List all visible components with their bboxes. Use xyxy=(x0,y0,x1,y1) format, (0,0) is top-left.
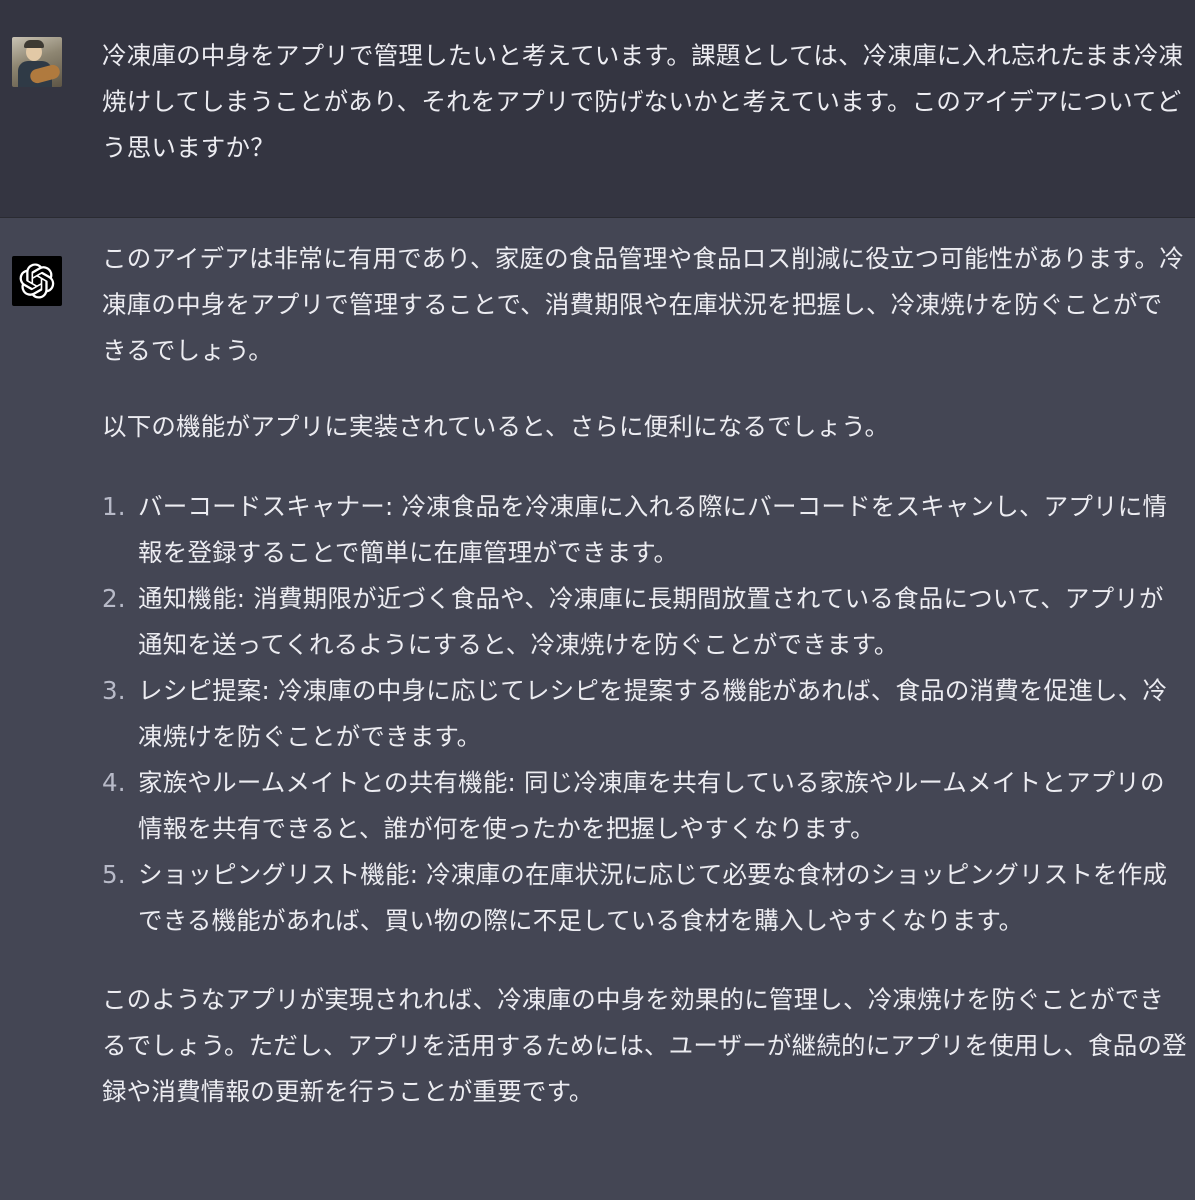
feature-list: 1. バーコードスキャナー: 冷凍食品を冷凍庫に入れる際にバーコードをスキャンし… xyxy=(102,484,1187,944)
list-item: 3. レシピ提案: 冷凍庫の中身に応じてレシピを提案する機能があれば、食品の消費… xyxy=(102,668,1187,760)
list-item-text: 家族やルームメイトとの共有機能: 同じ冷凍庫を共有している家族やルームメイトとア… xyxy=(138,768,1165,843)
openai-logo-icon xyxy=(12,256,62,306)
openai-logo-svg xyxy=(19,263,55,299)
assistant-intro: このアイデアは非常に有用であり、家庭の食品管理や食品ロス削減に役立つ可能性があり… xyxy=(102,244,1184,365)
list-item-number: 3. xyxy=(102,676,126,705)
list-item-number: 4. xyxy=(102,768,126,797)
user-message-text: 冷凍庫の中身をアプリで管理したいと考えています。課題としては、冷凍庫に入れ忘れた… xyxy=(102,41,1184,162)
list-item-text: レシピ提案: 冷凍庫の中身に応じてレシピを提案する機能があれば、食品の消費を促進… xyxy=(138,676,1168,751)
list-item-number: 2. xyxy=(102,584,126,613)
list-item-text: ショッピングリスト機能: 冷凍庫の在庫状況に応じて必要な食材のショッピングリスト… xyxy=(138,860,1168,935)
list-item: 2. 通知機能: 消費期限が近づく食品や、冷凍庫に長期間放置されている食品につい… xyxy=(102,576,1187,668)
list-item: 1. バーコードスキャナー: 冷凍食品を冷凍庫に入れる際にバーコードをスキャンし… xyxy=(102,484,1187,576)
list-item: 4. 家族やルームメイトとの共有機能: 同じ冷凍庫を共有している家族やルームメイ… xyxy=(102,760,1187,852)
list-item-number: 1. xyxy=(102,492,126,521)
user-message: 冷凍庫の中身をアプリで管理したいと考えています。課題としては、冷凍庫に入れ忘れた… xyxy=(0,0,1195,218)
assistant-lead: 以下の機能がアプリに実装されていると、さらに便利になるでしょう。 xyxy=(102,412,890,441)
assistant-conclusion: このようなアプリが実現されれば、冷凍庫の中身を効果的に管理し、冷凍焼けを防ぐこと… xyxy=(102,985,1187,1106)
list-item-text: 通知機能: 消費期限が近づく食品や、冷凍庫に長期間放置されている食品について、ア… xyxy=(138,584,1164,659)
assistant-message-content: このアイデアは非常に有用であり、家庭の食品管理や食品ロス削減に役立つ可能性があり… xyxy=(102,236,1187,1200)
list-item: 5. ショッピングリスト機能: 冷凍庫の在庫状況に応じて必要な食材のショッピング… xyxy=(102,852,1187,944)
list-item-text: バーコードスキャナー: 冷凍食品を冷凍庫に入れる際にバーコードをスキャンし、アプ… xyxy=(138,492,1168,567)
user-message-content: 冷凍庫の中身をアプリで管理したいと考えています。課題としては、冷凍庫に入れ忘れた… xyxy=(102,33,1187,217)
list-item-number: 5. xyxy=(102,860,126,889)
user-avatar xyxy=(12,37,62,87)
assistant-message: このアイデアは非常に有用であり、家庭の食品管理や食品ロス削減に役立つ可能性があり… xyxy=(0,218,1195,1200)
